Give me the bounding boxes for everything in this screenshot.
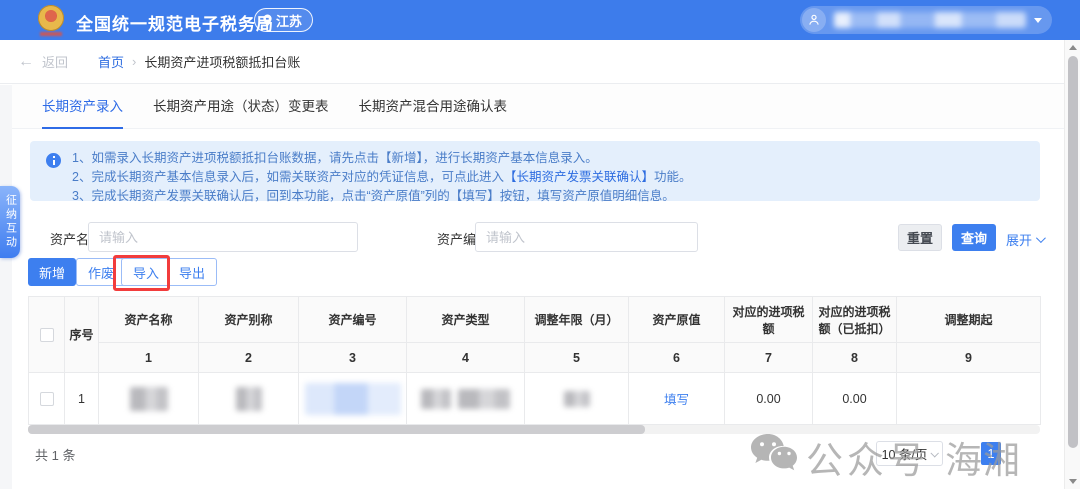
chevron-down-icon [930, 448, 940, 458]
column-input-tax: 对应的进项税额 [724, 296, 813, 343]
redacted-adjust-years [563, 390, 590, 407]
site-title: 全国统一规范电子税务局 [76, 15, 274, 34]
void-button[interactable]: 作废 [76, 258, 127, 286]
column-asset-type: 资产类型 [406, 296, 525, 343]
region-selector[interactable]: 江苏 [254, 8, 314, 32]
page-vertical-scrollbar[interactable] [1064, 40, 1080, 489]
column-number: 4 [406, 342, 525, 373]
region-label: 江苏 [276, 13, 303, 29]
page: 全国统一规范电子税务局 江苏 ← 返回 首页 › 长期资产进项税额抵扣台账 长期… [0, 0, 1080, 489]
breadcrumb-separator: › [132, 54, 137, 69]
action-toolbar: 新增 作废 导入 导出 [0, 255, 1080, 291]
column-number: 6 [628, 342, 725, 373]
column-number: 1 [98, 342, 199, 373]
emblem-caption-redacted [40, 32, 62, 36]
breadcrumb-home-link[interactable]: 首页 [98, 52, 124, 71]
back-arrow-icon[interactable]: ← [18, 53, 34, 71]
top-header-bar: 全国统一规范电子税务局 江苏 [0, 0, 1080, 40]
page-1-button[interactable]: 1 [981, 442, 1001, 465]
column-asset-name: 资产名称 [98, 296, 199, 343]
table-horizontal-scrollbar[interactable] [28, 425, 1040, 434]
column-number: 8 [812, 342, 897, 373]
emblem-icon [38, 5, 64, 31]
column-adjust-years: 调整年限（月） [524, 296, 629, 343]
row-seq: 1 [64, 372, 99, 425]
fill-asset-value-link[interactable]: 填写 [664, 393, 689, 407]
row-input-tax-deducted: 0.00 [812, 372, 897, 425]
tab-asset-entry[interactable]: 长期资产录入 [42, 84, 123, 129]
chevron-down-icon [1035, 233, 1046, 244]
column-number: 3 [298, 342, 407, 373]
user-name-redacted [834, 12, 1026, 28]
notice-line-1: 1、如需录入长期资产进项税额抵扣台账数据，请先点击【新增】，进行长期资产基本信息… [72, 151, 598, 165]
scrollbar-down-arrow-icon[interactable] [1069, 479, 1077, 484]
location-pin-icon [262, 14, 273, 27]
notice-line-3: 3、完成长期资产发票关联确认后，回到本功能，点击“资产原值”列的【填写】按钮，填… [72, 189, 675, 203]
breadcrumb-current: 长期资产进项税额抵扣台账 [144, 55, 301, 70]
tab-bar: 长期资产录入 长期资产用途（状态）变更表 长期资产混合用途确认表 [12, 84, 1064, 129]
notice-line-2: 2、完成长期资产基本信息录入后，如需关联资产对应的凭证信息，可点此进入【长期资产… [72, 168, 1026, 187]
column-asset-alias: 资产别称 [198, 296, 299, 343]
redacted-asset-type [458, 388, 511, 409]
wechat-icon [748, 432, 800, 481]
user-menu[interactable] [800, 6, 1052, 34]
scrollbar-up-arrow-icon[interactable] [1069, 45, 1077, 50]
asset-ledger-table: 序号 资产名称 资产别称 资产编号 资产类型 调整年限（月） 资产原值 对应的进… [28, 296, 1041, 425]
select-all-checkbox[interactable] [39, 327, 54, 342]
breadcrumb: ← 返回 首页 › 长期资产进项税额抵扣台账 [0, 40, 1064, 84]
notice-line-2-suffix: 功能。 [653, 170, 692, 184]
tab-mixed-usage-confirm[interactable]: 长期资产混合用途确认表 [359, 84, 508, 129]
tab-usage-status-change[interactable]: 长期资产用途（状态）变更表 [153, 84, 329, 129]
column-adjust-period-start: 调整期起 [896, 296, 1041, 343]
tax-interaction-side-tab[interactable]: 征纳互动 [0, 186, 20, 258]
page-size-value: 10 条/页 [881, 448, 928, 462]
national-emblem-logo [38, 5, 66, 36]
column-number: 9 [896, 342, 1041, 373]
user-menu-caret-icon [1034, 17, 1042, 23]
row-adjust-period-start [896, 372, 1041, 425]
export-button[interactable]: 导出 [167, 258, 218, 286]
expand-label: 展开 [1006, 233, 1033, 248]
query-button[interactable]: 查询 [952, 224, 996, 251]
user-avatar-icon [802, 8, 826, 32]
add-button[interactable]: 新增 [28, 258, 77, 286]
redacted-asset-code-link[interactable] [304, 382, 401, 415]
horizontal-scrollbar-thumb[interactable] [28, 425, 645, 434]
invoice-association-link[interactable]: 【长期资产发票关联确认】 [504, 170, 654, 184]
notice-line-2-text: 2、完成长期资产基本信息录入后，如需关联资产对应的凭证信息，可点此进入 [72, 170, 504, 184]
table-row: 1 填写 0.00 0.00 [28, 372, 1041, 425]
watermark-name: 海湘税语 [945, 440, 1021, 481]
column-asset-value: 资产原值 [628, 296, 725, 343]
redacted-asset-alias [235, 386, 262, 411]
asset-name-input[interactable] [88, 222, 358, 252]
reset-button[interactable]: 重置 [898, 224, 942, 251]
vertical-scrollbar-thumb[interactable] [1067, 56, 1078, 448]
total-count: 共 1 条 [35, 448, 76, 463]
row-checkbox[interactable] [39, 391, 54, 406]
instructions-notice: 1、如需录入长期资产进项税额抵扣台账数据，请先点击【新增】，进行长期资产基本信息… [30, 141, 1040, 203]
column-number: 2 [198, 342, 299, 373]
column-number: 5 [524, 342, 629, 373]
column-input-tax-deducted: 对应的进项税额（已抵扣） [812, 296, 897, 343]
asset-code-input[interactable] [475, 222, 698, 252]
import-button[interactable]: 导入 [121, 258, 172, 286]
row-input-tax: 0.00 [724, 372, 813, 425]
page-size-select[interactable]: 10 条/页 [876, 441, 943, 466]
expand-toggle[interactable]: 展开 [1006, 230, 1046, 249]
redacted-asset-name [129, 386, 168, 411]
info-icon [46, 153, 61, 168]
column-seq: 序号 [64, 296, 99, 373]
left-gutter [0, 85, 12, 489]
back-button[interactable]: 返回 [42, 52, 68, 71]
column-asset-code: 资产编号 [298, 296, 407, 343]
redacted-asset-type [420, 388, 451, 409]
search-form: 资产名称 资产编号 重置 查询 展开 [0, 222, 1080, 252]
column-number: 7 [724, 342, 813, 373]
